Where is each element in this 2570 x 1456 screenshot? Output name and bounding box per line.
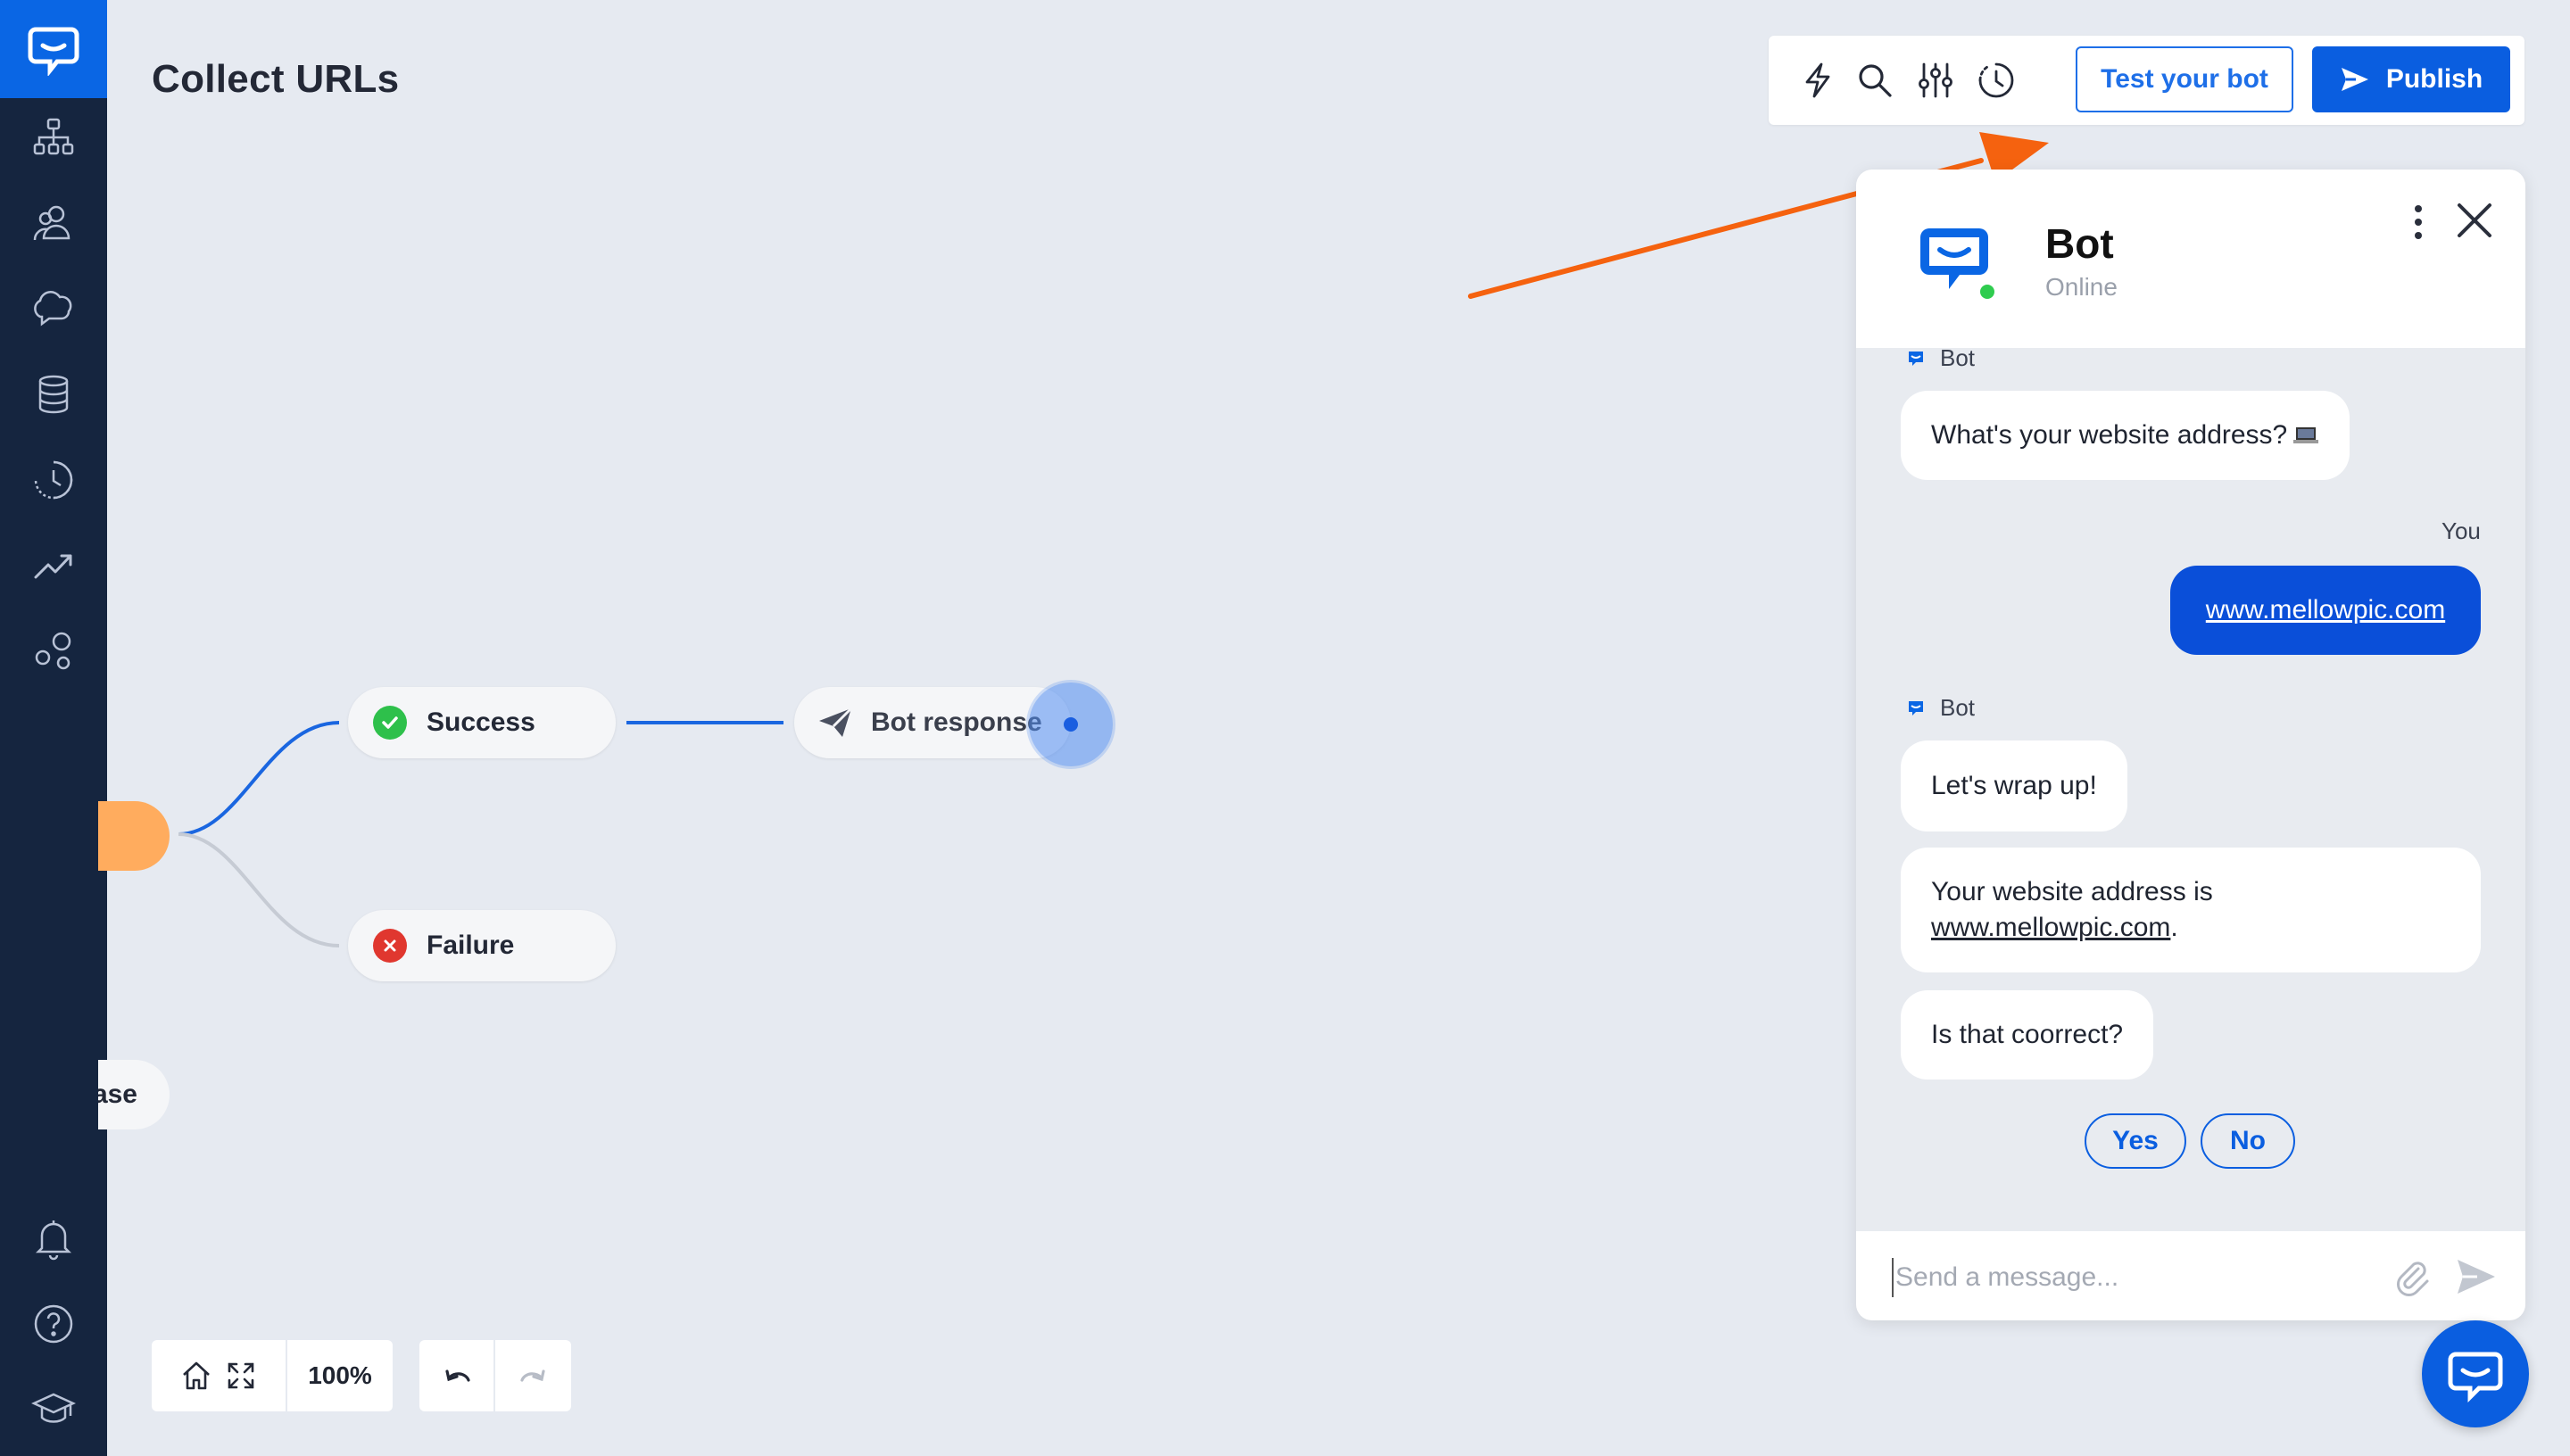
home-button[interactable] [170,1340,223,1411]
publish-button[interactable]: Publish [2312,46,2510,112]
top-toolbar: Test your bot Publish [1769,36,2524,125]
paper-plane-icon [2341,68,2368,91]
sitemap-icon [33,118,74,155]
attachment-icon[interactable] [2392,1256,2433,1297]
search-icon [1859,64,1892,97]
connector-failure [178,832,340,947]
redo-icon [519,1369,545,1382]
sidebar-item-training[interactable] [29,284,79,334]
test-chat-panel: Bot Online Bot What's your website addre… [1856,170,2525,1320]
sidebar-item-data[interactable] [29,369,79,419]
settings-button[interactable] [1913,58,1958,103]
sliders-icon [1919,62,1952,98]
message-text: Your website address is [1931,877,2213,906]
node-failure[interactable]: Failure [348,910,616,981]
zoom-controls: 100% [152,1340,393,1411]
sidebar [0,0,107,1456]
history-icon [34,460,73,500]
home-icon [183,1361,210,1390]
node-success[interactable]: Success [348,687,616,758]
message-text: Let's wrap up! [1931,771,2097,800]
check-icon [373,706,407,740]
help-icon [34,1304,73,1344]
chat-cloud-icon [34,291,72,327]
node-output-handle[interactable] [1029,682,1113,766]
condition-node[interactable] [98,801,170,871]
history-controls [419,1340,571,1411]
message-bot: Let's wrap up! [1901,740,2127,831]
sidebar-item-history[interactable] [29,455,79,505]
chat-launcher-button[interactable] [2422,1320,2529,1427]
bot-mini-icon [1909,700,1923,716]
fit-screen-button[interactable] [223,1340,259,1411]
sidebar-item-integrations[interactable] [29,626,79,676]
chat-logo-icon [28,27,79,76]
sidebar-item-audience[interactable] [29,198,79,248]
app-logo[interactable] [0,0,107,98]
bell-icon [35,1220,72,1261]
history-button[interactable] [1974,58,2019,103]
node-partial[interactable]: ase [98,1060,170,1129]
bot-name: Bot [2045,220,2114,267]
node-bot-response-label: Bot response [871,707,1042,737]
send-message-icon [819,707,853,737]
laptop-emoji-icon [2293,427,2319,443]
message-text: What's your website address? [1931,420,2288,450]
message-composer [1856,1231,2525,1320]
sidebar-item-flows[interactable] [29,112,79,162]
search-button[interactable] [1853,58,1897,103]
users-icon [33,205,70,241]
send-icon[interactable] [2454,1256,2499,1297]
chat-bubble-icon [2448,1352,2503,1402]
test-your-bot-button[interactable]: Test your bot [2076,46,2293,112]
bot-status: Online [2045,273,2118,301]
sender-label-bot: Bot [1906,344,1975,372]
connector-success [178,721,340,836]
sender-label-bot: Bot [1906,694,1975,722]
more-options-icon[interactable] [2402,200,2434,244]
lightning-icon [1805,62,1830,98]
shortcuts-button[interactable] [1795,58,1840,103]
quick-reply-no[interactable]: No [2201,1113,2295,1169]
sidebar-item-reports[interactable] [29,541,79,591]
message-input[interactable] [1892,1258,2374,1297]
node-failure-label: Failure [427,931,515,960]
online-status-dot [1977,282,1997,302]
message-text: Is that coorrect? [1931,1020,2124,1049]
history-icon [1978,62,2014,98]
bot-mini-icon [1909,351,1923,366]
redo-button[interactable] [495,1340,571,1411]
sidebar-item-notifications[interactable] [29,1213,79,1263]
error-icon [373,929,407,963]
message-user[interactable]: www.mellowpic.com [2170,566,2481,655]
zoom-level[interactable]: 100% [286,1340,393,1411]
quick-reply-yes[interactable]: Yes [2085,1113,2186,1169]
message-link[interactable]: www.mellowpic.com [1931,913,2170,942]
sidebar-item-academy[interactable] [29,1385,79,1435]
undo-icon [444,1369,470,1382]
node-success-label: Success [427,707,535,737]
message-bot: Your website address is www.mellowpic.co… [1901,848,2481,972]
graduation-cap-icon [31,1393,76,1423]
message-bot: What's your website address? [1901,391,2350,480]
sender-label-you: You [2442,517,2481,544]
chat-header: Bot Online [1856,170,2525,348]
undo-button[interactable] [419,1340,495,1411]
publish-label: Publish [2385,64,2483,94]
message-bot: Is that coorrect? [1901,990,2154,1080]
node-partial-label: ase [98,1080,137,1109]
trending-up-icon [34,554,72,579]
sidebar-item-help[interactable] [29,1299,79,1349]
expand-icon [228,1362,254,1389]
page-title: Collect URLs [152,57,400,101]
close-icon[interactable] [2452,198,2497,243]
database-icon [38,375,69,414]
integrations-icon [35,632,71,670]
